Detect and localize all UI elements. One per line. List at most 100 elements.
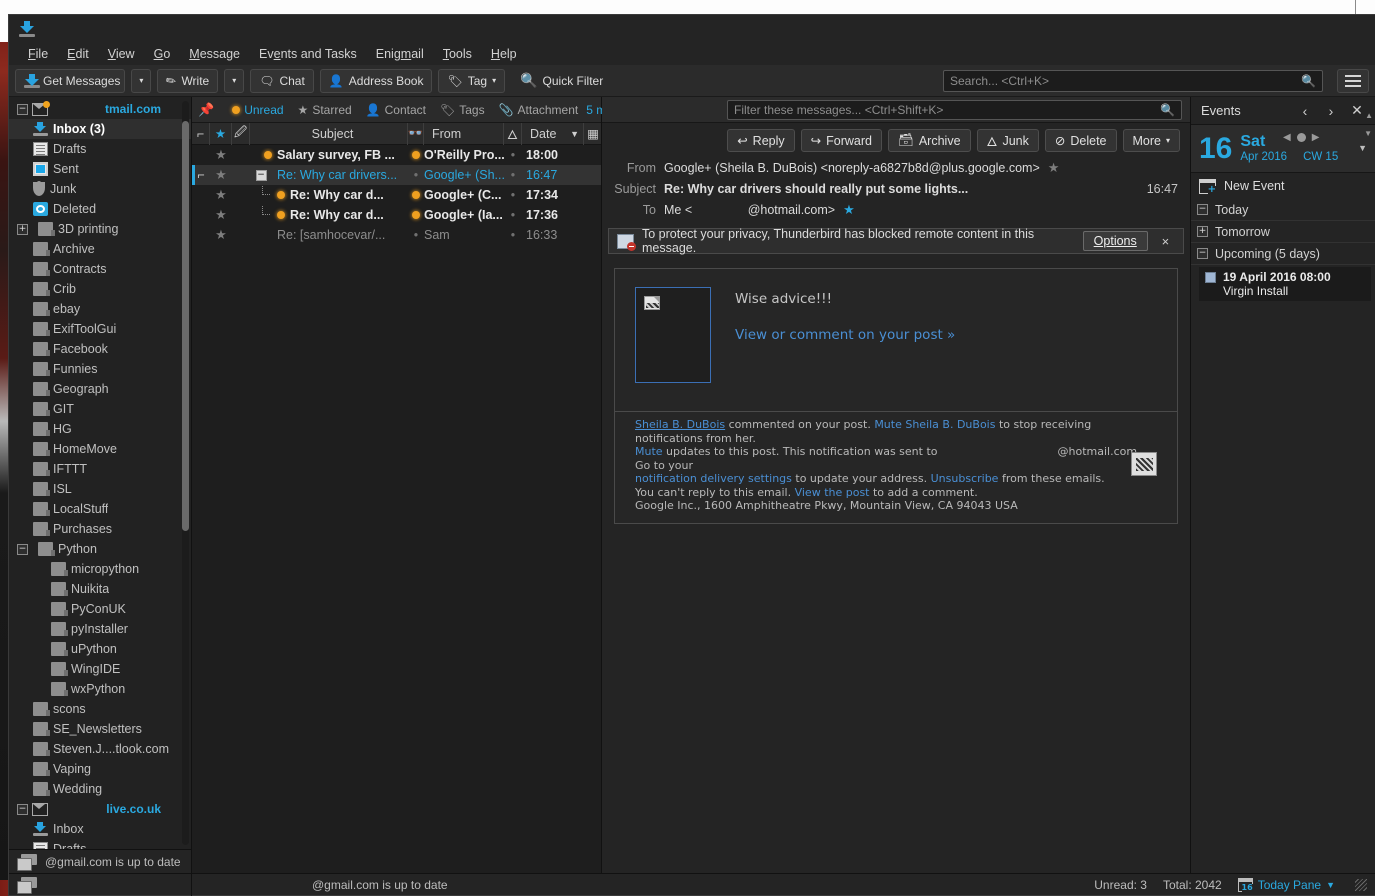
group-today[interactable]: − Today	[1191, 199, 1375, 221]
folder-drafts-live[interactable]: Drafts	[9, 839, 191, 849]
write-button[interactable]: ✎ Write	[157, 68, 219, 93]
menu-edit[interactable]: Edit	[58, 45, 98, 63]
folder-3d-printing[interactable]: + 3D printing	[9, 219, 191, 239]
menu-view[interactable]: View	[99, 45, 144, 63]
unsubscribe-link[interactable]: Unsubscribe	[931, 472, 999, 485]
junk-button[interactable]: 🜂 Junk	[976, 129, 1039, 152]
write-dropdown[interactable]: ▾	[224, 68, 245, 93]
folder-funnies[interactable]: Funnies	[9, 359, 191, 379]
folder-homemove[interactable]: HomeMove	[9, 439, 191, 459]
star-icon[interactable]: ★	[843, 202, 855, 218]
star-icon[interactable]: ★	[1048, 160, 1060, 176]
notification-options-button[interactable]: Options	[1082, 231, 1148, 251]
previous-icon[interactable]: ‹	[1293, 100, 1317, 122]
folder-purchases[interactable]: Purchases	[9, 519, 191, 539]
folder-contracts[interactable]: Contracts	[9, 259, 191, 279]
column-thread[interactable]: ⌐	[192, 122, 210, 145]
filter-tags[interactable]: 🏷 Tags	[434, 101, 491, 119]
column-date[interactable]: Date ▼	[522, 122, 584, 145]
column-attachment[interactable]: 🖉	[232, 122, 250, 145]
folder-ebay[interactable]: ebay	[9, 299, 191, 319]
twisty-icon[interactable]: −	[17, 543, 28, 555]
close-icon[interactable]: ×	[1156, 234, 1175, 249]
folder-hg[interactable]: HG	[9, 419, 191, 439]
folder-drafts-tmail[interactable]: Drafts	[9, 139, 191, 159]
folder-geograph[interactable]: Geograph	[9, 379, 191, 399]
reply-button[interactable]: ↩ Reply	[727, 129, 795, 152]
group-upcoming[interactable]: − Upcoming (5 days)	[1191, 243, 1375, 265]
account-header-tmail[interactable]: − tmail.com	[9, 99, 191, 119]
filter-attachment[interactable]: 📎 Attachment	[493, 101, 585, 119]
thread-cell[interactable]: ⌐	[192, 168, 210, 182]
folder-crib[interactable]: Crib	[9, 279, 191, 299]
menu-events-and-tasks[interactable]: Events and Tasks	[250, 45, 366, 63]
column-from[interactable]: From	[424, 122, 504, 145]
folder-facebook[interactable]: Facebook	[9, 339, 191, 359]
folder-micropython[interactable]: micropython	[9, 559, 191, 579]
account-header-live[interactable]: − live.co.uk	[9, 799, 191, 819]
table-row[interactable]: ★ Re: [samhocevar/... • Sam • 16:33	[192, 225, 601, 245]
folder-deleted-tmail[interactable]: Deleted	[9, 199, 191, 219]
app-menu-button[interactable]	[1337, 68, 1369, 93]
twisty-icon[interactable]: −	[1197, 248, 1208, 259]
folder-inbox-live[interactable]: Inbox	[9, 819, 191, 839]
folder-wingide[interactable]: WingIDE	[9, 659, 191, 679]
quick-filter-button[interactable]: 🔍 Quick Filter	[511, 69, 612, 93]
folder-se-newsletters[interactable]: SE_Newsletters	[9, 719, 191, 739]
twisty-icon[interactable]: −	[17, 803, 28, 815]
folder-exiftoolgui[interactable]: ExifToolGui	[9, 319, 191, 339]
today-pane-toggle[interactable]: 16 Today Pane ▼	[1237, 877, 1335, 892]
folder-steven-outlook[interactable]: Steven.J....tlook.com	[9, 739, 191, 759]
get-messages-dropdown[interactable]: ▾	[131, 68, 152, 93]
twisty-icon[interactable]: −	[17, 103, 28, 115]
list-item[interactable]: 19 April 2016 08:00 Virgin Install	[1199, 267, 1371, 301]
folder-junk-tmail[interactable]: Junk	[9, 179, 191, 199]
mute-link[interactable]: Mute	[635, 445, 663, 458]
previous-day-icon[interactable]: ◀	[1283, 132, 1291, 143]
twisty-icon[interactable]: +	[17, 223, 28, 235]
folder-nuikita[interactable]: Nuikita	[9, 579, 191, 599]
folder-upython[interactable]: uPython	[9, 639, 191, 659]
folder-pyconuk[interactable]: PyConUK	[9, 599, 191, 619]
folder-isl[interactable]: ISL	[9, 479, 191, 499]
address-book-button[interactable]: 👤 Address Book	[319, 68, 433, 93]
get-messages-button[interactable]: Get Messages	[15, 68, 126, 93]
filter-unread[interactable]: Unread	[226, 101, 289, 119]
delete-button[interactable]: ⊘ Delete	[1044, 129, 1117, 152]
column-picker-button[interactable]: ▦	[584, 123, 602, 145]
folder-vaping[interactable]: Vaping	[9, 759, 191, 779]
chat-button[interactable]: 🗨 Chat	[250, 68, 314, 93]
pin-icon[interactable]: 📌	[198, 99, 214, 121]
filter-contact[interactable]: 👤 Contact	[360, 101, 432, 119]
twisty-icon[interactable]: −	[1197, 204, 1208, 215]
to-value[interactable]: Me < @hotmail.com>	[664, 203, 835, 217]
view-or-comment-link[interactable]: View or comment on your post »	[735, 327, 955, 343]
folder-python[interactable]: − Python	[9, 539, 191, 559]
table-row[interactable]: ★ Re: Why car d... Google+ (Ia... • 17:3…	[192, 205, 601, 225]
column-subject[interactable]: Subject	[250, 122, 408, 145]
thread-twisty-icon[interactable]: −	[255, 169, 267, 181]
scroll-up-icon[interactable]: ▲	[1365, 111, 1373, 120]
folder-scons[interactable]: scons	[9, 699, 191, 719]
table-row[interactable]: ⌐ ★ − Re: Why car drivers... • Google+ (…	[192, 165, 601, 185]
menu-help[interactable]: Help	[482, 45, 526, 63]
folder-wxpython[interactable]: wxPython	[9, 679, 191, 699]
folder-git[interactable]: GIT	[9, 399, 191, 419]
menu-file[interactable]: File	[19, 45, 57, 63]
star-cell[interactable]: ★	[210, 147, 232, 163]
menu-enigmail[interactable]: Enigmail	[367, 45, 433, 63]
next-day-icon[interactable]: ▶	[1312, 132, 1320, 143]
from-value[interactable]: Google+ (Sheila B. DuBois) <noreply-a682…	[664, 161, 1040, 175]
view-the-post-link[interactable]: View the post	[795, 486, 870, 499]
star-cell[interactable]: ★	[210, 187, 232, 203]
filter-starred[interactable]: ★ Starred	[292, 101, 358, 119]
tag-button[interactable]: 🏷 Tag ▾	[438, 68, 506, 93]
new-event-button[interactable]: + New Event	[1191, 173, 1375, 199]
column-starred[interactable]: ★	[210, 122, 232, 145]
resize-grip[interactable]	[1355, 878, 1367, 891]
folder-wedding[interactable]: Wedding	[9, 779, 191, 799]
menu-message[interactable]: Message	[180, 45, 249, 63]
folder-pyinstaller[interactable]: pyInstaller	[9, 619, 191, 639]
folder-archive[interactable]: Archive	[9, 239, 191, 259]
today-icon[interactable]	[1296, 133, 1306, 142]
